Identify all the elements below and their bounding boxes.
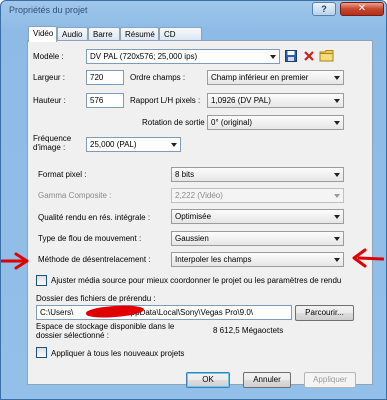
height-field[interactable]: 576 [86, 93, 124, 108]
motion-blur-value: Gaussien [175, 234, 209, 243]
deinterlace-label: Méthode de désentrelacement : [38, 255, 151, 264]
motion-blur-select[interactable]: Gaussien [171, 231, 344, 246]
render-quality-select[interactable]: Optimisée [171, 209, 344, 224]
rotation-select[interactable]: 0° (original) [207, 115, 344, 130]
storage-label-2: dossier sélectionné : [36, 331, 109, 340]
gamma-select: 2,222 (Vidéo) [171, 188, 344, 203]
close-button[interactable]: ✕ [340, 2, 384, 16]
field-order-value: Champ inférieur en premier [211, 73, 309, 82]
apply-all-checkbox[interactable] [36, 347, 47, 358]
delete-icon[interactable] [303, 50, 315, 62]
pixel-format-select[interactable]: 8 bits [171, 167, 344, 182]
deinterlace-value: Interpoler les champs [175, 255, 252, 264]
tab-audio[interactable]: Audio [57, 27, 88, 41]
pixel-aspect-value: 1,0926 (DV PAL) [211, 96, 271, 105]
model-select[interactable]: DV PAL (720x576; 25,000 ips) [86, 49, 280, 64]
field-order-select[interactable]: Champ inférieur en premier [207, 70, 344, 85]
prerender-path-start: C:\Users\ [40, 308, 74, 317]
tab-cd-audio[interactable]: CD audio [159, 27, 202, 52]
folder-icon[interactable] [319, 49, 335, 62]
apply-button[interactable]: Appliquer [304, 372, 356, 388]
ok-button[interactable]: OK [186, 372, 230, 388]
field-order-label: Ordre champs : [130, 73, 186, 82]
browse-button[interactable]: Parcourir... [295, 305, 354, 321]
motion-blur-label: Type de flou de mouvement : [38, 234, 142, 243]
apply-all-label: Appliquer à tous les nouveaux projets [51, 349, 185, 358]
gamma-label: Gamma Composite : [38, 191, 112, 200]
storage-label-1: Espace de stockage disponible dans le [36, 322, 175, 331]
frame-rate-select[interactable]: 25,000 (PAL) [86, 137, 181, 152]
tab-video[interactable]: Vidéo [28, 26, 57, 42]
model-value: DV PAL (720x576; 25,000 ips) [90, 52, 198, 61]
width-label: Largeur : [33, 73, 66, 82]
gamma-value: 2,222 (Vidéo) [175, 191, 223, 200]
prerender-label: Dossier des fichiers de prérendu : [36, 294, 156, 303]
model-label: Modèle : [33, 52, 64, 61]
tab-barre[interactable]: Barre [88, 27, 120, 41]
height-label: Hauteur : [33, 96, 66, 105]
pixel-format-label: Format pixel : [38, 170, 87, 179]
red-arrow-right-icon [1, 252, 29, 270]
save-icon[interactable] [285, 50, 297, 62]
render-quality-label: Qualité rendu en rés. intégrale : [38, 213, 151, 222]
prerender-path-field[interactable]: C:\Users\ AppData\Local\Sony\Vegas Pro\9.… [36, 305, 292, 320]
adjust-media-label: Ajuster média source pour mieux coordonn… [51, 276, 342, 285]
width-field[interactable]: 720 [86, 70, 124, 85]
red-arrow-left-icon [352, 248, 384, 268]
render-quality-value: Optimisée [175, 212, 212, 221]
deinterlace-select[interactable]: Interpoler les champs [171, 252, 344, 267]
prerender-path-end: AppData\Local\Sony\Vegas Pro\9.0\ [125, 308, 253, 317]
pixel-format-value: 8 bits [175, 170, 195, 179]
rotation-value: 0° (original) [211, 118, 252, 127]
frame-rate-label-2: d'image : [33, 143, 66, 152]
rotation-label: Rotation de sortie : [142, 118, 210, 127]
frame-rate-value: 25,000 (PAL) [90, 140, 137, 149]
adjust-media-checkbox[interactable] [36, 275, 47, 286]
pixel-aspect-label: Rapport L/H pixels : [130, 96, 201, 105]
frame-rate-label-1: Fréquence [33, 134, 72, 143]
cancel-button[interactable]: Annuler [243, 372, 291, 388]
pixel-aspect-select[interactable]: 1,0926 (DV PAL) [207, 93, 344, 108]
storage-value: 8 612,5 Mégaoctets [213, 326, 284, 335]
tab-resume[interactable]: Résumé [120, 27, 159, 41]
window-title: Propriétés du projet [9, 5, 88, 15]
help-button[interactable]: ? [312, 2, 336, 16]
